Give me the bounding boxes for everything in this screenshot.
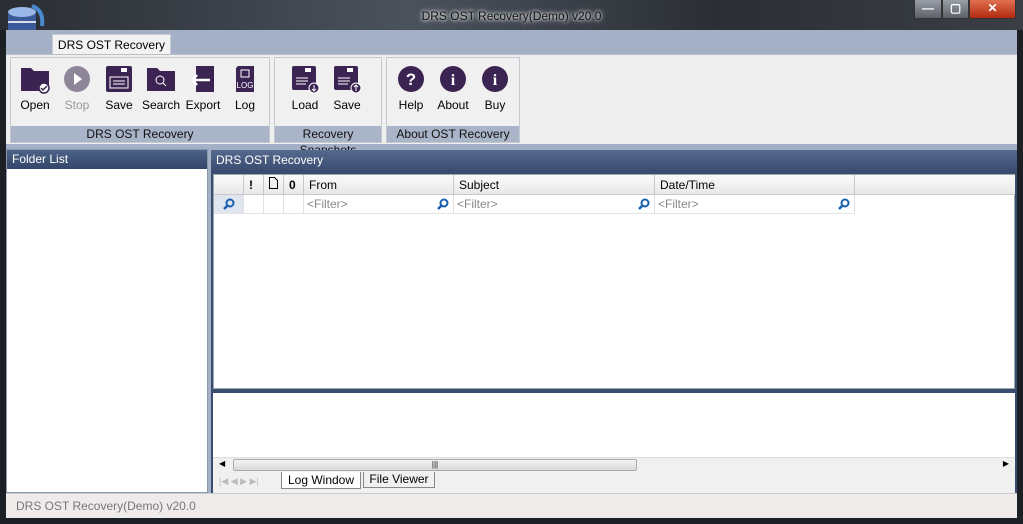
tab-file-viewer[interactable]: File Viewer [363,472,435,488]
group-recovery-snapshots: Load Save Recovery Snapshots [274,57,382,157]
search-icon [838,198,850,210]
help-icon: ? [398,66,424,92]
filter-cell [264,195,284,214]
column-subject[interactable]: Subject [454,175,655,195]
about-button[interactable]: i About [433,64,473,112]
group-about: ? Help i About i Buy About OST Recovery [386,57,520,143]
filter-subject[interactable]: <Filter> [454,195,655,214]
filter-placeholder: <Filter> [457,197,498,211]
column-from[interactable]: From [304,175,454,195]
scroll-right-icon[interactable]: ▶ [1003,459,1009,468]
log-window: ◀ ||| ▶ |◀ ◀ ▶ ▶| Log Window File Viewer [213,393,1015,493]
column-attachment[interactable]: 0 [284,175,304,195]
window-title: DRS OST Recovery(Demo) v20.0 [421,9,602,23]
paperclip-icon: 0 [289,178,296,192]
scroll-left-icon[interactable]: ◀ [219,459,225,468]
svg-text:i: i [493,72,498,89]
help-button[interactable]: ? Help [391,64,431,112]
folder-search-icon [147,68,175,91]
group-label: DRS OST Recovery [11,126,269,142]
status-bar: DRS OST Recovery(Demo) v20.0 [6,493,1017,518]
message-grid: ! 0 From Subject Date/Time <Filter> <Fil… [213,174,1015,389]
folder-list-panel: Folder List [6,149,208,493]
column-filler [855,175,1015,195]
tab-nav-arrows[interactable]: |◀ ◀ ▶ ▶| [219,476,259,487]
grid-corner [214,175,244,195]
filter-cell [284,195,304,214]
export-button[interactable]: Export [183,64,223,112]
ribbon: Open Stop Save Search Export LOG Log DRS … [6,54,1017,157]
ribbon-tab-drs-ost-recovery[interactable]: DRS OST Recovery [52,34,171,55]
svg-text:i: i [451,72,456,89]
minimize-button[interactable]: — [914,0,942,19]
save-button[interactable]: Save [99,64,139,112]
group-label: About OST Recovery [387,126,519,142]
export-arrow-icon [191,66,214,92]
floppy-save-icon [106,66,132,92]
load-snapshot-button[interactable]: Load [285,64,325,112]
column-type[interactable] [264,175,284,195]
svg-text:LOG: LOG [237,81,254,90]
search-button[interactable]: Search [141,64,181,112]
document-icon [269,177,278,189]
folder-open-icon [21,68,50,94]
close-button[interactable]: ✕ [969,0,1016,19]
bottom-tab-strip: |◀ ◀ ▶ ▶| Log Window File Viewer [213,472,1015,493]
horizontal-scrollbar[interactable]: ◀ ||| ▶ [213,457,1015,472]
filter-placeholder: <Filter> [307,197,348,211]
buy-button[interactable]: i Buy [475,64,515,112]
main-panel: DRS OST Recovery ! 0 From Subject Date/T… [211,150,1017,493]
filter-from[interactable]: <Filter> [304,195,454,214]
main-title: DRS OST Recovery [211,150,1017,170]
search-icon [437,198,449,210]
group-label: Recovery Snapshots [275,126,381,157]
folder-list-title: Folder List [7,150,207,169]
info-icon: i [440,66,466,92]
search-icon [223,198,235,210]
open-button[interactable]: Open [15,64,55,112]
group-drs-ost-recovery: Open Stop Save Search Export LOG Log DRS … [10,57,270,143]
log-button[interactable]: LOG Log [225,64,265,112]
filter-row-icon [214,195,244,214]
svg-text:?: ? [406,70,416,89]
save-snapshot-button[interactable]: Save [327,64,367,112]
filter-cell [244,195,264,214]
maximize-button[interactable]: ▢ [942,0,969,19]
filter-placeholder: <Filter> [658,197,699,211]
column-importance[interactable]: ! [244,175,264,195]
info-icon: i [482,66,508,92]
floppy-load-icon [292,66,320,94]
column-datetime[interactable]: Date/Time [655,175,855,195]
scroll-thumb[interactable]: ||| [233,459,637,471]
client-area: DRS OST Recovery Open Stop Save Search E… [6,30,1017,518]
log-file-icon: LOG [236,66,254,92]
stop-play-icon [64,66,90,92]
stop-button[interactable]: Stop [57,64,97,112]
search-icon [638,198,650,210]
floppy-upload-icon [334,66,362,94]
tab-log-window[interactable]: Log Window [281,472,361,489]
filter-datetime[interactable]: <Filter> [655,195,855,214]
